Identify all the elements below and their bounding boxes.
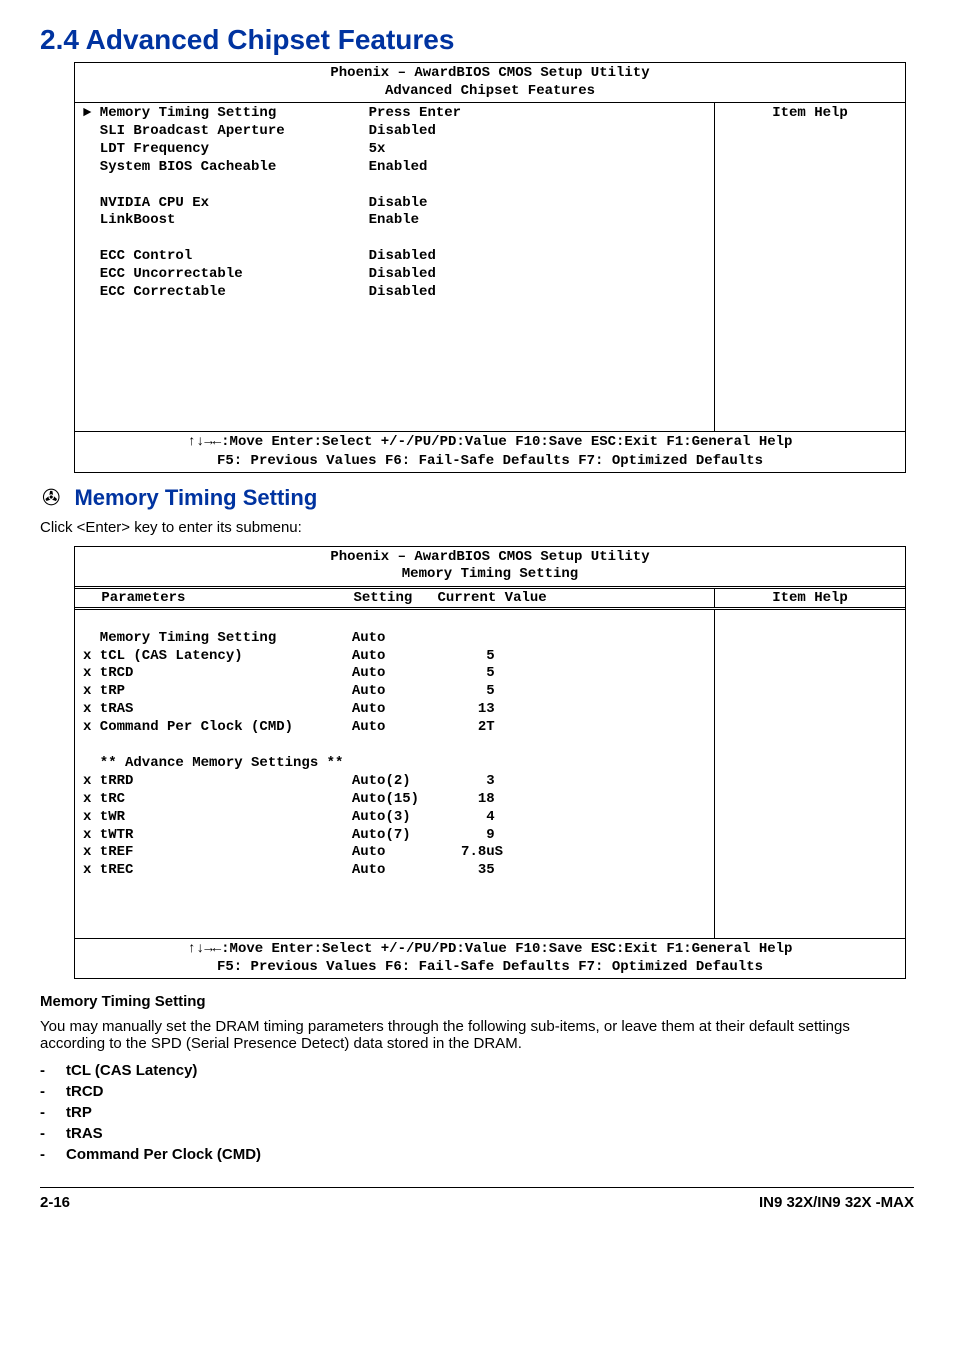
bios-footer: ↑↓→←:Move Enter:Select +/-/PU/PD:Value F…	[75, 939, 905, 978]
bios-screen-advanced-chipset: Phoenix – AwardBIOS CMOS Setup Utility A…	[74, 62, 906, 473]
list-item-label: tRAS	[66, 1125, 103, 1142]
list-item-label: tRP	[66, 1104, 92, 1121]
list-item-label: tCL (CAS Latency)	[66, 1062, 197, 1079]
bios-help-panel: Item Help	[714, 103, 905, 431]
paragraph-text: You may manually set the DRAM timing par…	[40, 1018, 914, 1052]
enter-instruction: Click <Enter> key to enter its submenu:	[40, 519, 914, 536]
bios-header: Phoenix – AwardBIOS CMOS Setup Utility A…	[75, 63, 905, 102]
bios-keyhint-2: F5: Previous Values F6: Fail-Safe Defaul…	[217, 959, 763, 975]
page-title: 2.4 Advanced Chipset Features	[40, 24, 914, 56]
list-item: -tRCD	[40, 1083, 914, 1100]
sub-item-list: -tCL (CAS Latency) -tRCD -tRP -tRAS -Com…	[40, 1062, 914, 1163]
list-item: -Command Per Clock (CMD)	[40, 1146, 914, 1163]
page-number: 2-16	[40, 1194, 70, 1211]
dash-icon: -	[40, 1083, 66, 1100]
page-footer: 2-16 IN9 32X/IN9 32X -MAX	[40, 1187, 914, 1211]
bios-footer: ↑↓→←:Move Enter:Select +/-/PU/PD:Value F…	[75, 432, 905, 471]
dash-icon: -	[40, 1104, 66, 1121]
bios-keyhint-2: F5: Previous Values F6: Fail-Safe Defaul…	[217, 453, 763, 469]
bios-keyhint-1: ↑↓→←:Move Enter:Select +/-/PU/PD:Value F…	[188, 941, 793, 957]
bios-screen-name: Memory Timing Setting	[402, 566, 578, 582]
bios-keyhint-1: ↑↓→←:Move Enter:Select +/-/PU/PD:Value F…	[188, 434, 793, 450]
product-name: IN9 32X/IN9 32X -MAX	[759, 1194, 914, 1211]
list-item: -tCL (CAS Latency)	[40, 1062, 914, 1079]
bios-header: Phoenix – AwardBIOS CMOS Setup Utility M…	[75, 547, 905, 586]
bios-settings-panel: Memory Timing Setting Auto x tCL (CAS La…	[75, 610, 714, 938]
bios-screen-name: Advanced Chipset Features	[385, 83, 595, 99]
list-item: -tRP	[40, 1104, 914, 1121]
list-item-label: Command Per Clock (CMD)	[66, 1146, 261, 1163]
list-item: -tRAS	[40, 1125, 914, 1142]
dash-icon: -	[40, 1062, 66, 1079]
paragraph-heading: Memory Timing Setting	[40, 993, 914, 1010]
list-item-label: tRCD	[66, 1083, 104, 1100]
bios-help-header: Item Help	[714, 589, 905, 607]
dash-icon: -	[40, 1125, 66, 1142]
bios-settings-panel: ► Memory Timing Setting Press Enter SLI …	[75, 103, 714, 431]
bios-utility-label: Phoenix – AwardBIOS CMOS Setup Utility	[330, 65, 649, 81]
bios-column-headers: Parameters Setting Current Value Item He…	[75, 586, 905, 610]
subsection-heading: ✇ Memory Timing Setting	[40, 485, 914, 511]
bios-utility-label: Phoenix – AwardBIOS CMOS Setup Utility	[330, 549, 649, 565]
bullet-icon: ✇	[42, 485, 60, 511]
bios-columns-left: Parameters Setting Current Value	[75, 589, 714, 607]
subsection-title: Memory Timing Setting	[74, 485, 317, 511]
bios-help-panel	[714, 610, 905, 938]
bios-screen-memory-timing: Phoenix – AwardBIOS CMOS Setup Utility M…	[74, 546, 906, 980]
dash-icon: -	[40, 1146, 66, 1163]
